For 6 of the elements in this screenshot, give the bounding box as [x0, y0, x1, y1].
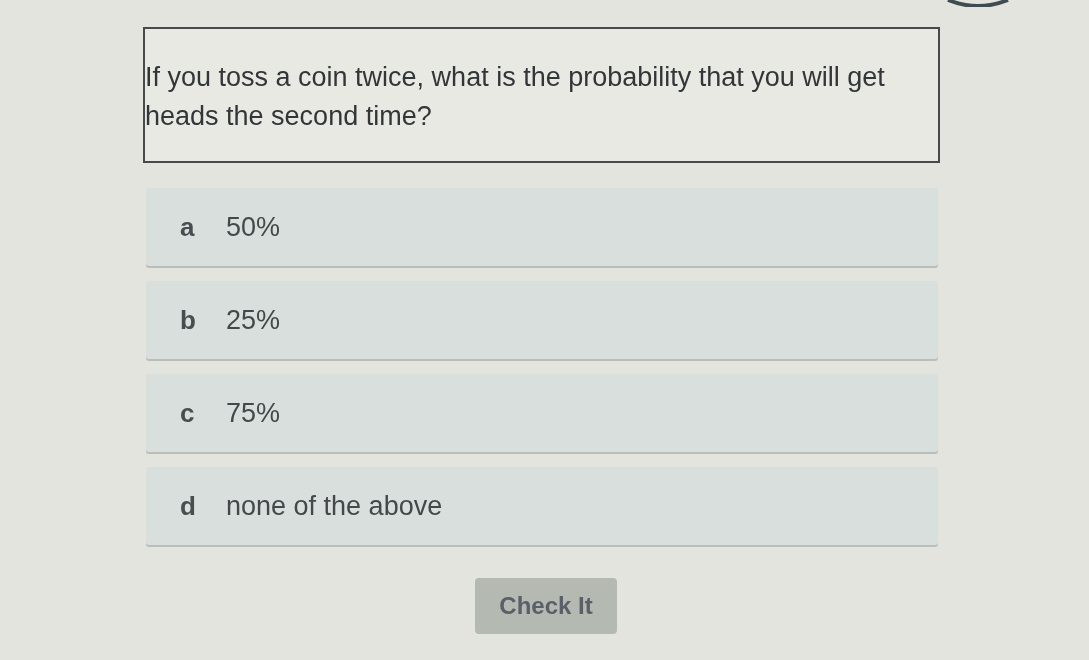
- answer-option[interactable]: c 75%: [146, 374, 938, 452]
- answer-option[interactable]: d none of the above: [146, 467, 938, 545]
- question-text: If you toss a coin twice, what is the probability that you will get heads the second time?: [145, 61, 886, 133]
- ring-icon: [946, 0, 1010, 7]
- answer-option[interactable]: b 25%: [146, 281, 938, 359]
- answer-option[interactable]: a 50%: [146, 188, 938, 266]
